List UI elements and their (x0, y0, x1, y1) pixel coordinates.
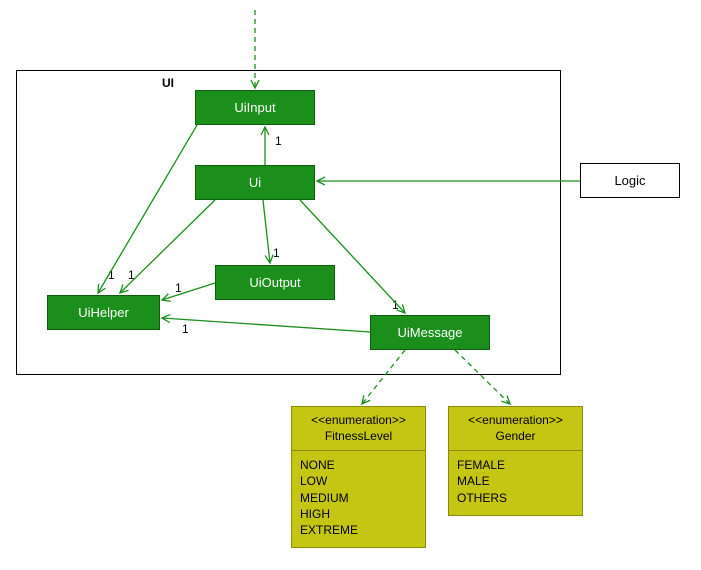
class-uiinput-label: UiInput (234, 100, 275, 115)
class-uihelper: UiHelper (47, 295, 160, 330)
class-ui: Ui (195, 165, 315, 200)
enum-value: MALE (457, 473, 574, 489)
mult-ui-uioutput: 1 (273, 246, 280, 260)
enum-gender: <<enumeration>> Gender FEMALE MALE OTHER… (448, 406, 583, 516)
class-ui-label: Ui (249, 175, 261, 190)
enum-gender-name: Gender (453, 429, 578, 445)
enum-gender-header: <<enumeration>> Gender (449, 407, 582, 451)
class-uimessage: UiMessage (370, 315, 490, 350)
diagram-canvas: UI UiInput Ui UiOutput UiHelper UiMessag… (0, 0, 701, 570)
enum-fitnesslevel-header: <<enumeration>> FitnessLevel (292, 407, 425, 451)
class-uimessage-label: UiMessage (397, 325, 462, 340)
enum-value: FEMALE (457, 457, 574, 473)
enum-value: OTHERS (457, 490, 574, 506)
mult-ui-uihelper-b: 1 (128, 268, 135, 282)
enum-value: HIGH (300, 506, 417, 522)
enum-fitnesslevel: <<enumeration>> FitnessLevel NONE LOW ME… (291, 406, 426, 548)
enum-value: EXTREME (300, 522, 417, 538)
enum-fitnesslevel-body: NONE LOW MEDIUM HIGH EXTREME (292, 451, 425, 544)
class-uioutput: UiOutput (215, 265, 335, 300)
mult-ui-uihelper-a: 1 (108, 268, 115, 282)
enum-value: MEDIUM (300, 490, 417, 506)
class-logic-label: Logic (614, 173, 645, 188)
enum-fitnesslevel-stereotype: <<enumeration>> (296, 413, 421, 429)
class-uiinput: UiInput (195, 90, 315, 125)
mult-ui-uiinput: 1 (275, 134, 282, 148)
enum-gender-body: FEMALE MALE OTHERS (449, 451, 582, 512)
mult-uioutput-uihelper: 1 (175, 281, 182, 295)
class-uioutput-label: UiOutput (249, 275, 300, 290)
enum-value: LOW (300, 473, 417, 489)
enum-value: NONE (300, 457, 417, 473)
mult-uimessage-uihelper: 1 (182, 322, 189, 336)
class-logic: Logic (580, 163, 680, 198)
package-ui-label: UI (162, 76, 174, 90)
enum-fitnesslevel-name: FitnessLevel (296, 429, 421, 445)
class-uihelper-label: UiHelper (78, 305, 129, 320)
mult-ui-uimessage: 1 (392, 298, 399, 312)
enum-gender-stereotype: <<enumeration>> (453, 413, 578, 429)
